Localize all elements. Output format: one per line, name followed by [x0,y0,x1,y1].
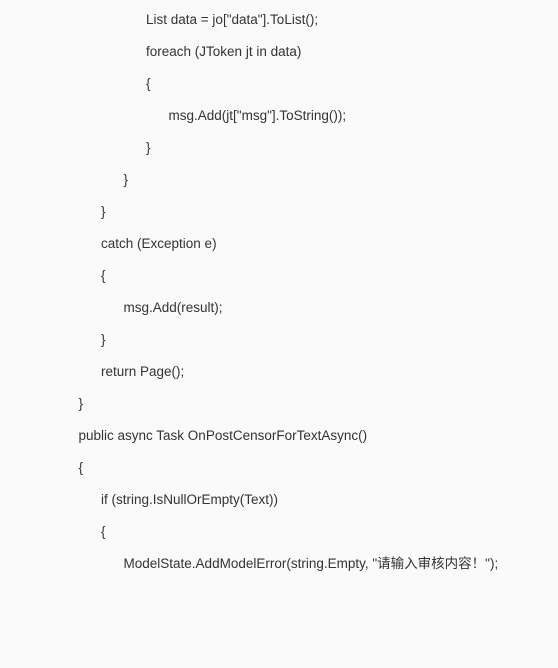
code-line: msg.Add(jt["msg"].ToString()); [0,100,558,132]
code-block: List data = jo["data"].ToList(); foreach… [0,4,558,580]
code-line: public async Task OnPostCensorForTextAsy… [0,420,558,452]
code-line: } [0,324,558,356]
code-line: } [0,164,558,196]
code-line: List data = jo["data"].ToList(); [0,4,558,36]
code-line: { [0,260,558,292]
code-line: catch (Exception e) [0,228,558,260]
code-line: if (string.IsNullOrEmpty(Text)) [0,484,558,516]
code-line: foreach (JToken jt in data) [0,36,558,68]
code-line: } [0,196,558,228]
code-line: { [0,516,558,548]
code-line: { [0,452,558,484]
code-line: ModelState.AddModelError(string.Empty, "… [0,548,558,580]
code-line: } [0,388,558,420]
code-line: return Page(); [0,356,558,388]
code-line: msg.Add(result); [0,292,558,324]
code-line: } [0,132,558,164]
code-line: { [0,68,558,100]
